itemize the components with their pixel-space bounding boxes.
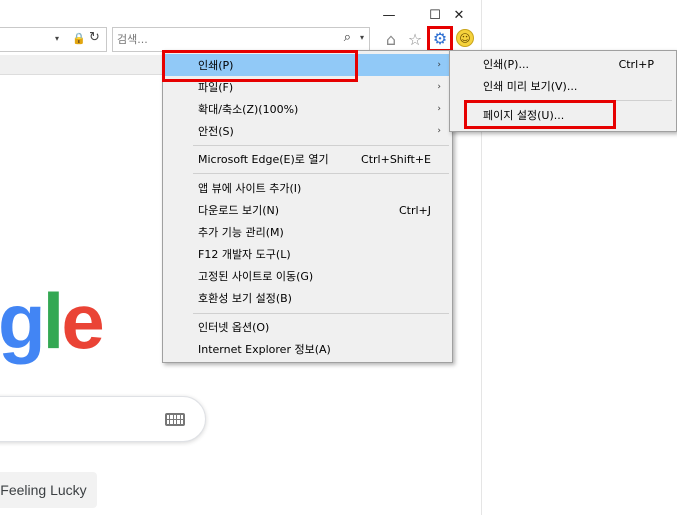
print-submenu: 인쇄(P)... Ctrl+P 인쇄 미리 보기(V)... 페이지 설정(U)…: [449, 50, 677, 132]
logo-letter: e: [61, 277, 104, 365]
menu-item-label: 추가 기능 관리(M): [198, 226, 284, 239]
menu-separator: [193, 313, 449, 314]
menu-item-label: 인쇄(P): [198, 59, 234, 72]
menu-item-zoom[interactable]: 확대/축소(Z)(100%) ›: [165, 98, 451, 120]
search-dropdown-icon[interactable]: ▾: [360, 33, 364, 42]
close-icon: ✕: [453, 7, 465, 23]
menu-item-print[interactable]: 인쇄(P) ›: [165, 54, 451, 76]
menu-item-view-downloads[interactable]: 다운로드 보기(N) Ctrl+J: [165, 199, 451, 221]
submenu-arrow-icon: ›: [437, 82, 441, 92]
menu-item-label: 인쇄(P)...: [483, 58, 529, 71]
submenu-item-page-setup[interactable]: 페이지 설정(U)...: [452, 104, 674, 126]
submenu-arrow-icon: ›: [437, 60, 441, 70]
command-bar: [0, 55, 162, 75]
feeling-lucky-button[interactable]: Feeling Lucky: [0, 472, 97, 508]
menu-item-pinned-sites[interactable]: 고정된 사이트로 이동(G): [165, 265, 451, 287]
favorites-icon[interactable]: ☆: [404, 28, 426, 50]
submenu-item-print-preview[interactable]: 인쇄 미리 보기(V)...: [452, 75, 674, 97]
menu-item-label: Microsoft Edge(E)로 열기: [198, 153, 329, 166]
lock-icon[interactable]: 🔒: [72, 32, 86, 45]
menu-item-safety[interactable]: 안전(S) ›: [165, 120, 451, 142]
submenu-arrow-icon: ›: [437, 126, 441, 136]
menu-shortcut: Ctrl+J: [398, 203, 431, 217]
menu-item-compat-view[interactable]: 호환성 보기 설정(B): [165, 287, 451, 309]
search-icon[interactable]: ⌕: [344, 30, 351, 45]
google-logo: gle: [0, 282, 105, 360]
logo-letter: g: [0, 277, 46, 365]
menu-item-label: 인터넷 옵션(O): [198, 321, 270, 334]
tools-menu: 인쇄(P) › 파일(F) › 확대/축소(Z)(100%) › 안전(S) ›…: [162, 50, 453, 363]
menu-item-file[interactable]: 파일(F) ›: [165, 76, 451, 98]
menu-item-label: 인쇄 미리 보기(V)...: [483, 80, 578, 93]
tools-button[interactable]: ⚙: [427, 26, 453, 52]
logo-letter: l: [42, 277, 65, 365]
menu-item-internet-options[interactable]: 인터넷 옵션(O): [165, 316, 451, 338]
address-bar[interactable]: ▾ 🔒 ↻: [0, 27, 107, 52]
refresh-icon[interactable]: ↻: [89, 30, 100, 45]
menu-item-dev-tools[interactable]: F12 개발자 도구(L): [165, 243, 451, 265]
menu-separator: [478, 100, 672, 101]
menu-item-label: 다운로드 보기(N): [198, 204, 280, 217]
menu-item-label: 호환성 보기 설정(B): [198, 292, 292, 305]
gear-icon: ⚙: [432, 29, 448, 48]
minimize-button[interactable]: —: [366, 0, 412, 30]
submenu-arrow-icon: ›: [437, 104, 441, 114]
menu-item-label: 앱 뷰에 사이트 추가(I): [198, 182, 302, 195]
menu-item-label: 확대/축소(Z)(100%): [198, 103, 299, 116]
menu-separator: [193, 145, 449, 146]
menu-item-label: 고정된 사이트로 이동(G): [198, 270, 314, 283]
menu-shortcut: Ctrl+Shift+E: [361, 152, 431, 166]
minimize-icon: —: [382, 7, 396, 23]
menu-item-label: 페이지 설정(U)...: [483, 109, 565, 122]
menu-item-label: 안전(S): [198, 125, 234, 138]
menu-shortcut: Ctrl+P: [618, 57, 654, 71]
google-search-input[interactable]: [0, 396, 206, 442]
menu-item-label: F12 개발자 도구(L): [198, 248, 291, 261]
submenu-item-print[interactable]: 인쇄(P)... Ctrl+P: [452, 53, 674, 75]
menu-item-open-edge[interactable]: Microsoft Edge(E)로 열기 Ctrl+Shift+E: [165, 148, 451, 170]
menu-item-add-site-app-view[interactable]: 앱 뷰에 사이트 추가(I): [165, 177, 451, 199]
menu-item-label: 파일(F): [198, 81, 234, 94]
home-icon[interactable]: ⌂: [380, 28, 402, 50]
keyboard-icon[interactable]: [165, 413, 185, 426]
menu-separator: [193, 173, 449, 174]
search-input[interactable]: [117, 31, 327, 48]
menu-item-about-ie[interactable]: Internet Explorer 정보(A): [165, 338, 451, 360]
search-box[interactable]: ⌕ ▾: [112, 27, 370, 52]
menu-item-manage-addons[interactable]: 추가 기능 관리(M): [165, 221, 451, 243]
feedback-smiley-icon[interactable]: ☺: [456, 29, 474, 47]
address-dropdown-icon[interactable]: ▾: [55, 34, 59, 43]
menu-item-label: Internet Explorer 정보(A): [198, 343, 331, 356]
